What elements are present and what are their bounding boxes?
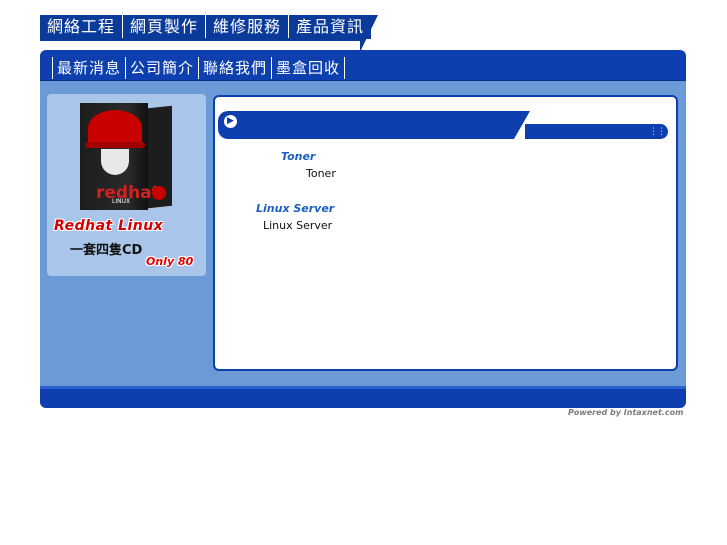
box-sub-text: LINUX <box>112 198 131 205</box>
top-rule <box>40 38 362 41</box>
top-nav: 網絡工程 網頁製作 維修服務 產品資訊 <box>40 15 372 39</box>
arrow-right-circle-icon: ▶ <box>224 115 237 128</box>
nav-latest-news[interactable]: 最新消息 <box>52 57 125 79</box>
powered-by-credit[interactable]: Powered by Intaxnet.com <box>568 408 683 417</box>
product-category-title[interactable]: Linux Server <box>256 202 334 215</box>
hat-band <box>85 142 145 148</box>
tab-product-info[interactable]: 產品資訊 <box>289 15 371 39</box>
product-item-link[interactable]: Toner <box>306 167 336 180</box>
promo-price: Only 80 <box>146 255 194 268</box>
redhat-logo-icon <box>88 110 142 146</box>
promo-title[interactable]: Redhat Linux <box>54 218 163 234</box>
promo-description: 一套四隻CD <box>70 243 143 258</box>
sub-nav: 最新消息 公司簡介 聯絡我們 墨盒回收 <box>52 57 346 79</box>
product-item-link[interactable]: Linux Server <box>263 219 332 232</box>
nav-contact-us[interactable]: 聯絡我們 <box>198 57 271 79</box>
content-header-bar <box>218 111 514 139</box>
box-badge-icon <box>152 186 166 200</box>
tab-web-design[interactable]: 網頁製作 <box>123 15 207 39</box>
nav-company-profile[interactable]: 公司簡介 <box>125 57 198 79</box>
tab-network-engineering[interactable]: 網絡工程 <box>40 15 124 39</box>
nav-ink-recycling[interactable]: 墨盒回收 <box>271 57 346 79</box>
content-header-right <box>525 124 668 139</box>
tab-repair-service[interactable]: 維修服務 <box>206 15 290 39</box>
grid-dots-icon: ⋮⋮⋮ <box>649 127 674 137</box>
footer-band <box>40 386 686 408</box>
product-category-title[interactable]: Toner <box>281 150 315 163</box>
footer-bevel <box>40 386 686 389</box>
